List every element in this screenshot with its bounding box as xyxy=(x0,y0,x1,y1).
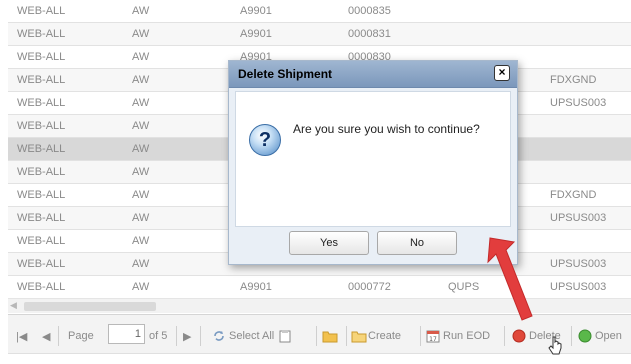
table-cell: AW xyxy=(132,28,150,40)
table-cell: WEB-ALL xyxy=(17,97,66,109)
table-cell: WEB-ALL xyxy=(17,281,66,293)
table-cell: WEB-ALL xyxy=(17,258,66,270)
create-label: Create xyxy=(368,330,402,342)
table-cell: A9901 xyxy=(240,281,272,293)
table-cell: A9901 xyxy=(240,28,272,40)
table-cell: AW xyxy=(132,74,150,86)
table-cell: WEB-ALL xyxy=(17,51,66,63)
table-cell: WEB-ALL xyxy=(17,120,66,132)
divider xyxy=(200,326,201,346)
open-button[interactable]: Open xyxy=(578,327,622,345)
table-cell: FDXGND xyxy=(550,74,597,86)
table-cell: WEB-ALL xyxy=(17,189,66,201)
table-cell: FDXGND xyxy=(550,189,597,201)
divider xyxy=(571,326,572,346)
table-cell: AW xyxy=(132,120,150,132)
scroll-left-icon[interactable]: ◀ xyxy=(10,300,17,311)
table-cell: UPSUS003 xyxy=(550,281,607,293)
divider xyxy=(316,326,317,346)
table-cell: AW xyxy=(132,97,150,109)
table-cell: AW xyxy=(132,143,150,155)
table-cell: AW xyxy=(132,281,150,293)
table-cell: AW xyxy=(132,258,150,270)
table-cell: 0000831 xyxy=(348,28,391,40)
create-folder-icon xyxy=(351,329,367,343)
yes-button[interactable]: Yes xyxy=(289,231,369,255)
folder-icon xyxy=(322,329,338,343)
annotation-arrow-icon xyxy=(487,237,533,321)
close-icon[interactable]: × xyxy=(494,65,510,81)
divider xyxy=(346,326,347,346)
dialog-body: ? Are you sure you wish to continue? xyxy=(235,91,511,227)
cursor-icon xyxy=(548,336,562,355)
create-button[interactable]: Create xyxy=(351,327,401,345)
first-page-icon[interactable]: |◀ xyxy=(16,327,27,345)
scrollbar-thumb[interactable] xyxy=(24,302,156,311)
table-row[interactable]: WEB-ALL AW A9901 0000835 xyxy=(8,0,631,23)
open-icon xyxy=(578,329,592,343)
table-cell: 0000835 xyxy=(348,5,391,17)
table-cell: WEB-ALL xyxy=(17,74,66,86)
svg-text:17: 17 xyxy=(429,336,437,343)
select-all-button[interactable]: Select All xyxy=(212,327,295,345)
table-cell: 0000772 xyxy=(348,281,391,293)
page-count-label: of 5 xyxy=(149,330,168,342)
table-cell: AW xyxy=(132,166,150,178)
select-all-label: Select All xyxy=(229,330,275,342)
question-icon: ? xyxy=(249,124,281,156)
divider xyxy=(58,326,59,346)
table-cell: UPSUS003 xyxy=(550,258,607,270)
folder-button[interactable] xyxy=(322,327,339,345)
dialog-message: Are you sure you wish to continue? xyxy=(293,122,480,136)
no-button[interactable]: No xyxy=(377,231,457,255)
table-cell: WEB-ALL xyxy=(17,166,66,178)
table-cell: AW xyxy=(132,189,150,201)
calendar-icon: 17 xyxy=(426,329,440,343)
table-cell: WEB-ALL xyxy=(17,212,66,224)
next-page-icon[interactable]: ▶ xyxy=(183,327,191,345)
table-cell: WEB-ALL xyxy=(17,143,66,155)
clipboard-icon xyxy=(278,329,292,343)
page-number-input[interactable]: 1 xyxy=(108,324,145,344)
table-cell: UPSUS003 xyxy=(550,97,607,109)
dialog-title: Delete Shipment xyxy=(238,67,333,81)
table-cell: WEB-ALL xyxy=(17,5,66,17)
prev-page-icon[interactable]: ◀ xyxy=(42,327,50,345)
table-cell: UPSUS003 xyxy=(550,212,607,224)
divider xyxy=(176,326,177,346)
table-cell: WEB-ALL xyxy=(17,28,66,40)
table-cell: AW xyxy=(132,5,150,17)
table-cell: WEB-ALL xyxy=(17,235,66,247)
open-label: Open xyxy=(595,330,622,342)
table-cell: AW xyxy=(132,212,150,224)
table-cell: AW xyxy=(132,51,150,63)
refresh-icon xyxy=(212,329,226,343)
page-label: Page xyxy=(68,330,94,342)
dialog-header[interactable]: Delete Shipment × xyxy=(229,61,517,88)
table-cell: AW xyxy=(132,235,150,247)
table-cell: A9901 xyxy=(240,5,272,17)
divider xyxy=(420,326,421,346)
table-row[interactable]: WEB-ALL AW A9901 0000831 xyxy=(8,23,631,46)
